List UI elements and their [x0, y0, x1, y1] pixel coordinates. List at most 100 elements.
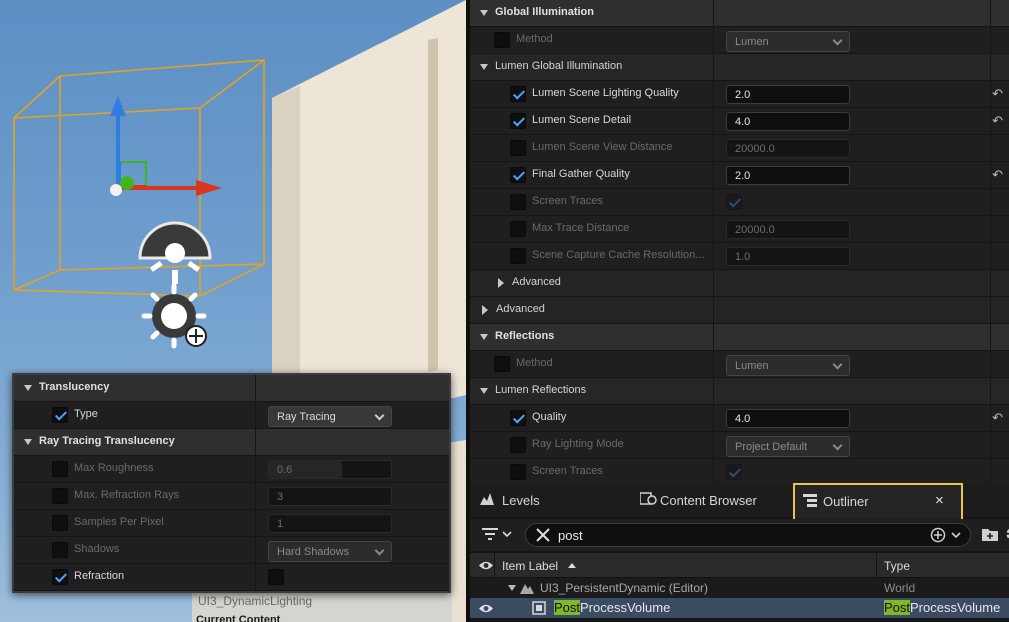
expand-arrow-icon[interactable] [24, 439, 32, 445]
override-checkbox[interactable] [52, 542, 68, 558]
value-slider[interactable]: 0.6 [268, 460, 392, 479]
property-row-scene-capture-cache-resolution[interactable]: 1.0 Scene Capture Cache Resolution... [470, 243, 1009, 270]
value-input[interactable]: 20000.0 [726, 139, 850, 158]
column-header-item-label[interactable]: Item Label [502, 559, 558, 573]
expand-arrow-icon[interactable] [480, 10, 488, 16]
clear-search-icon[interactable] [536, 528, 550, 545]
tab-levels[interactable]: Levels [478, 483, 618, 517]
value-dropdown[interactable]: Ray Tracing [268, 406, 392, 427]
override-checkbox[interactable] [510, 464, 526, 480]
advanced-advanced[interactable]: Advanced [470, 297, 1009, 324]
category-ray-tracing-translucency[interactable]: Ray Tracing Translucency [14, 429, 449, 456]
outliner-search-box[interactable]: post [525, 523, 971, 547]
property-row-lumen-scene-view-distance[interactable]: 20000.0 Lumen Scene View Distance [470, 135, 1009, 162]
override-checkbox[interactable] [510, 140, 526, 156]
tab-content-browser[interactable]: Content Browser [638, 483, 788, 517]
value-input[interactable]: 1.0 [726, 247, 850, 266]
override-checkbox[interactable] [510, 113, 526, 129]
override-checkbox[interactable] [510, 221, 526, 237]
outliner-search-input[interactable]: post [558, 528, 583, 543]
override-checkbox[interactable] [52, 461, 68, 477]
category-lumen-reflections[interactable]: Lumen Reflections [470, 378, 1009, 405]
property-row-screen-traces[interactable]: Screen Traces [470, 459, 1009, 483]
value-dropdown[interactable]: Project Default [726, 436, 850, 457]
type-remainder: ProcessVolume [910, 600, 1001, 615]
value-dropdown[interactable]: Hard Shadows [268, 541, 392, 562]
value-checkbox[interactable] [268, 569, 284, 585]
override-checkbox[interactable] [510, 437, 526, 453]
property-label: Final Gather Quality [532, 168, 630, 180]
filter-icon[interactable] [482, 528, 512, 545]
value-checkbox[interactable] [726, 464, 742, 480]
outliner-row-postprocessvolume[interactable]: PostProcessVolume PostProcessVolume [470, 598, 1009, 618]
override-checkbox[interactable] [52, 488, 68, 504]
property-row-max-trace-distance[interactable]: 20000.0 Max Trace Distance [470, 216, 1009, 243]
override-checkbox[interactable] [52, 515, 68, 531]
advanced-advanced[interactable]: Advanced [470, 270, 1009, 297]
category-translucency[interactable]: Translucency [14, 375, 449, 402]
category-reflections[interactable]: Reflections [470, 324, 1009, 351]
reset-to-default-icon[interactable]: ↶ [992, 410, 1003, 426]
override-checkbox[interactable] [52, 569, 68, 585]
property-row-ray-lighting-mode[interactable]: Project Default Ray Lighting Mode [470, 432, 1009, 459]
property-row-type[interactable]: Ray Tracing Type [14, 402, 449, 429]
property-label: Scene Capture Cache Resolution... [532, 249, 705, 261]
value-input[interactable]: 4.0 [726, 112, 850, 131]
property-row-method[interactable]: Lumen Method [470, 351, 1009, 378]
chevron-down-icon [374, 545, 385, 556]
add-filter-icon[interactable] [930, 527, 964, 546]
value-input[interactable]: 3 [268, 487, 392, 506]
property-row-screen-traces[interactable]: Screen Traces [470, 189, 1009, 216]
close-tab-button[interactable]: × [935, 492, 944, 509]
property-row-quality[interactable]: 4.0 ↶ Quality [470, 405, 1009, 432]
value-dropdown[interactable]: Lumen [726, 31, 850, 52]
level-viewport[interactable]: UI3_DynamicLighting Current Content Tran… [0, 0, 466, 622]
expand-arrow-icon[interactable] [480, 388, 488, 394]
override-checkbox[interactable] [494, 356, 510, 372]
property-row-method[interactable]: Lumen Method [470, 27, 1009, 54]
value-input[interactable]: 20000.0 [726, 220, 850, 239]
reset-to-default-icon[interactable]: ↶ [992, 113, 1003, 129]
value-checkbox[interactable] [726, 194, 742, 210]
directional-light-icon[interactable] [141, 283, 207, 349]
collapsed-arrow-icon[interactable] [482, 305, 488, 315]
override-checkbox[interactable] [510, 167, 526, 183]
category-global-illumination[interactable]: Global Illumination [470, 0, 1009, 27]
current-content-label: Current Content [196, 614, 281, 622]
expand-arrow-icon[interactable] [24, 385, 32, 391]
property-row-max-roughness[interactable]: 0.6 Max Roughness [14, 456, 449, 483]
property-row-shadows[interactable]: Hard Shadows Shadows [14, 537, 449, 564]
override-checkbox[interactable] [52, 407, 68, 423]
property-row-lumen-scene-lighting-quality[interactable]: 2.0 ↶ Lumen Scene Lighting Quality [470, 81, 1009, 108]
value-input[interactable]: 1 [268, 514, 392, 533]
collapse-arrow-icon[interactable] [508, 585, 516, 591]
expand-arrow-icon[interactable] [480, 334, 488, 340]
property-label: Screen Traces [532, 465, 603, 477]
transform-gizmo[interactable] [110, 96, 222, 196]
reset-to-default-icon[interactable]: ↶ [992, 86, 1003, 102]
reset-to-default-icon[interactable]: ↶ [992, 167, 1003, 183]
override-checkbox[interactable] [510, 86, 526, 102]
expand-arrow-icon[interactable] [480, 64, 488, 70]
override-checkbox[interactable] [494, 32, 510, 48]
property-row-final-gather-quality[interactable]: 2.0 ↶ Final Gather Quality [470, 162, 1009, 189]
property-row-samples-per-pixel[interactable]: 1 Samples Per Pixel [14, 510, 449, 537]
category-lumen-global-illumination[interactable]: Lumen Global Illumination [470, 54, 1009, 81]
add-folder-icon[interactable] [982, 527, 998, 544]
value-input[interactable]: 4.0 [726, 409, 850, 428]
property-row-refraction[interactable]: Refraction [14, 564, 449, 591]
level-name: UI3_DynamicLighting [198, 594, 313, 608]
visibility-eye-icon[interactable] [478, 603, 494, 617]
value-input[interactable]: 2.0 [726, 166, 850, 185]
override-checkbox[interactable] [510, 194, 526, 210]
property-row-max-refraction-rays[interactable]: 3 Max. Refraction Rays [14, 483, 449, 510]
outliner-row-world[interactable]: UI3_PersistentDynamic (Editor) World [470, 578, 1009, 598]
column-header-type[interactable]: Type [884, 559, 910, 573]
override-checkbox[interactable] [510, 248, 526, 264]
override-checkbox[interactable] [510, 410, 526, 426]
visibility-eye-icon[interactable] [478, 560, 494, 574]
collapsed-arrow-icon[interactable] [498, 278, 504, 288]
value-dropdown[interactable]: Lumen [726, 355, 850, 376]
value-input[interactable]: 2.0 [726, 85, 850, 104]
property-row-lumen-scene-detail[interactable]: 4.0 ↶ Lumen Scene Detail [470, 108, 1009, 135]
